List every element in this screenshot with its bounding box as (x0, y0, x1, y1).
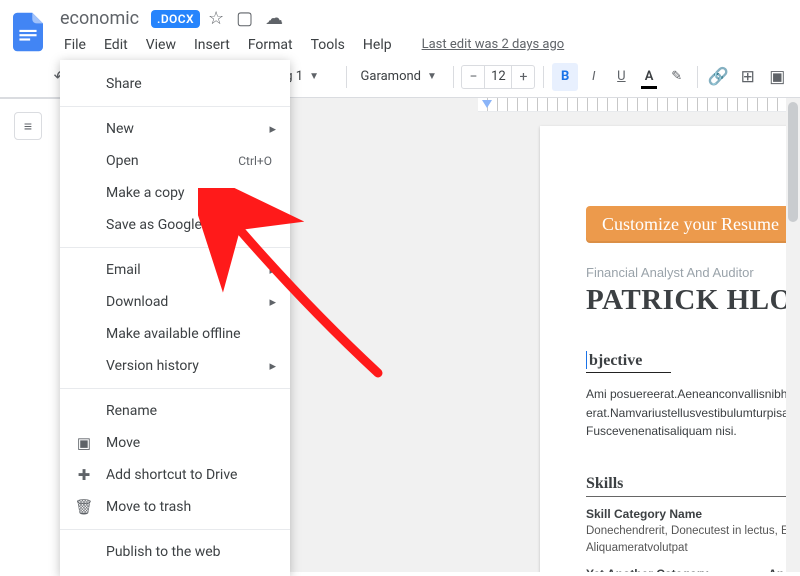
add-shortcut-icon: ✚ (74, 466, 94, 484)
menu-make-copy[interactable]: Make a copy (60, 177, 290, 209)
menu-download[interactable]: Download▸ (60, 286, 290, 318)
scrollbar-thumb[interactable] (788, 102, 798, 222)
menu-separator (60, 529, 290, 530)
submenu-arrow-icon: ▸ (269, 122, 276, 137)
separator (346, 66, 347, 88)
docs-logo[interactable] (10, 8, 46, 56)
menu-make-available-offline[interactable]: Make available offline (60, 318, 290, 350)
ruler[interactable] (478, 98, 800, 112)
menu-version-history[interactable]: Version history▸ (60, 350, 290, 382)
text-color-button[interactable]: A (637, 64, 661, 90)
chevron-down-icon: ▼ (309, 71, 319, 82)
menu-open[interactable]: OpenCtrl+O (60, 145, 290, 177)
move-folder-icon[interactable]: ▢ (236, 10, 253, 28)
text-cursor (586, 351, 587, 369)
separator (697, 66, 698, 88)
font-size-decrease[interactable]: − (462, 66, 484, 88)
menu-insert[interactable]: Insert (186, 33, 238, 57)
menu-share[interactable]: Share (60, 68, 290, 100)
section-heading-skills: Skills (586, 475, 800, 497)
menu-file[interactable]: File (56, 33, 94, 57)
page[interactable]: Customize your Resume Financial Analyst … (540, 126, 800, 572)
menu-view[interactable]: View (138, 33, 184, 57)
menu-edit[interactable]: Edit (96, 33, 136, 57)
skill-body: Donechendrerit, Donecutest in lectus, Et… (586, 523, 800, 558)
bold-button[interactable]: B (552, 63, 578, 91)
menu-separator (60, 247, 290, 248)
resume-name: PATRICK HLOOM (586, 284, 800, 317)
submenu-arrow-icon: ▸ (269, 295, 276, 310)
skill-col: Skill Category Name Donechendrerit, Done… (586, 507, 800, 558)
separator (543, 66, 544, 88)
font-size-increase[interactable]: + (512, 66, 534, 88)
submenu-arrow-icon: ▸ (269, 359, 276, 374)
vertical-scrollbar[interactable] (786, 98, 800, 572)
font-family-value: Garamond (361, 69, 421, 84)
add-comment-button[interactable]: ⊞ (735, 63, 761, 91)
file-menu-popup: Share New▸ OpenCtrl+O Make a copy Save a… (60, 60, 290, 576)
shortcut-label: Ctrl+O (238, 154, 272, 168)
section-heading-objective: bjective (586, 351, 671, 373)
skill-heading: Yet Another Category (586, 567, 708, 572)
resume-role: Financial Analyst And Auditor (586, 265, 800, 280)
skill-heading: Skill Category Name (586, 507, 800, 521)
menu-rename[interactable]: Rename (60, 395, 290, 427)
menu-add-shortcut[interactable]: ✚Add shortcut to Drive (60, 459, 290, 491)
font-size-stepper[interactable]: − 12 + (461, 65, 535, 89)
trash-icon: 🗑 (74, 498, 94, 516)
last-edit-link[interactable]: Last edit was 2 days ago (416, 33, 571, 57)
outline-toggle[interactable]: ≡ (14, 112, 42, 140)
folder-move-icon: ▣ (74, 434, 94, 452)
font-family-select[interactable]: Garamond ▼ (355, 66, 445, 87)
star-icon[interactable]: ☆ (208, 10, 224, 28)
menubar: File Edit View Insert Format Tools Help … (56, 33, 570, 57)
menu-tools[interactable]: Tools (303, 33, 353, 57)
submenu-arrow-icon: ▸ (269, 263, 276, 278)
skill-col: Yet Another Category (586, 567, 708, 572)
menu-publish-to-web[interactable]: Publish to the web (60, 536, 290, 568)
menu-new[interactable]: New▸ (60, 113, 290, 145)
objective-text: Ami posuereerat.Aeneanconvallisnibhsed q… (586, 385, 800, 441)
resume-customize-button[interactable]: Customize your Resume (586, 206, 795, 243)
menu-help[interactable]: Help (355, 33, 400, 57)
insert-link-button[interactable]: 🔗 (706, 63, 732, 91)
italic-button[interactable]: I (582, 64, 606, 90)
menu-format[interactable]: Format (240, 33, 301, 57)
highlight-button[interactable]: ✎ (665, 64, 689, 90)
cloud-status-icon[interactable]: ☁ (265, 10, 283, 28)
insert-image-button[interactable]: ▣ (765, 63, 791, 91)
separator (453, 66, 454, 88)
menu-separator (60, 388, 290, 389)
menu-move[interactable]: ▣Move (60, 427, 290, 459)
chevron-down-icon: ▼ (427, 71, 437, 82)
menu-move-to-trash[interactable]: 🗑Move to trash (60, 491, 290, 523)
menu-separator (60, 106, 290, 107)
doc-title[interactable]: economic (56, 6, 143, 31)
menu-save-as-google-docs[interactable]: Save as Google Docs (60, 209, 290, 241)
underline-button[interactable]: U (610, 64, 634, 90)
menu-email[interactable]: Email▸ (60, 254, 290, 286)
font-size-value[interactable]: 12 (484, 66, 512, 88)
indent-marker[interactable] (482, 100, 492, 108)
docx-badge: .DOCX (151, 10, 200, 28)
